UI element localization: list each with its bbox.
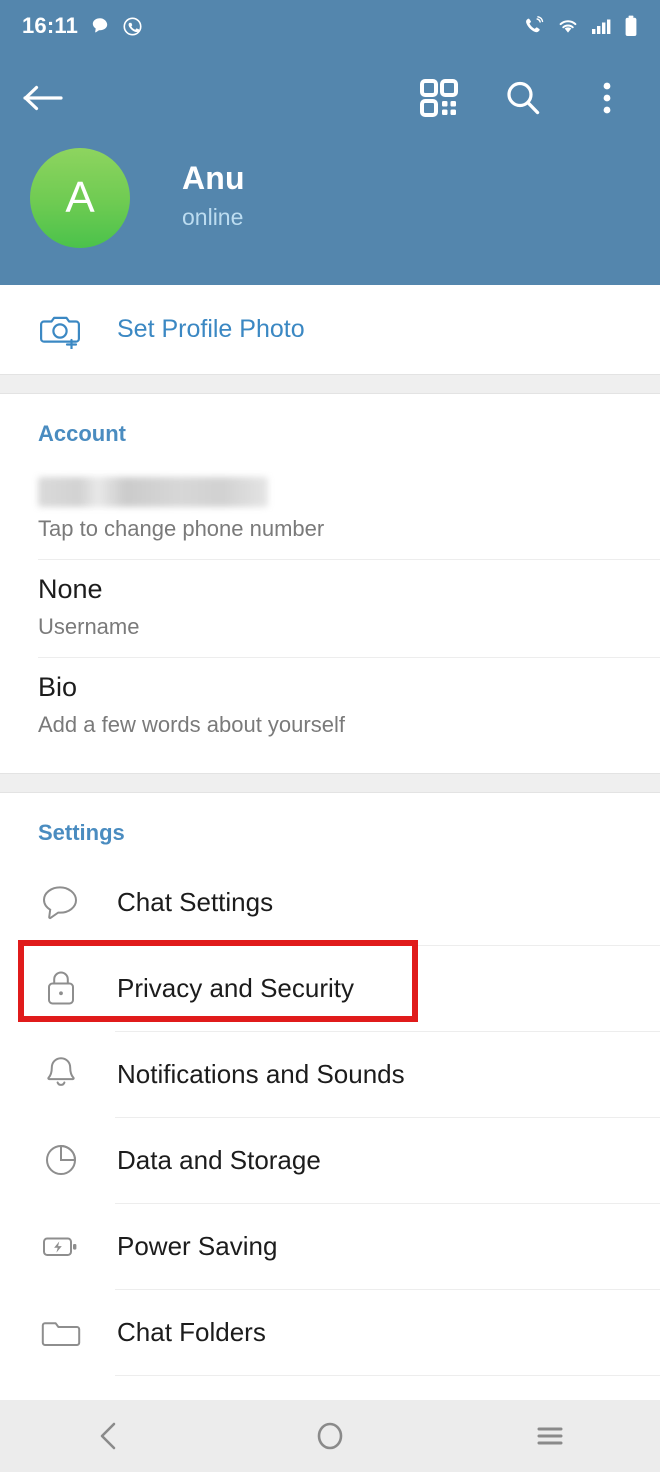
action-bar xyxy=(0,55,660,140)
settings-item-data-and-storage[interactable]: Data and Storage xyxy=(0,1117,660,1203)
app-header: 16:11 A Anu online xyxy=(0,0,660,285)
settings-item-label: Power Saving xyxy=(117,1230,278,1261)
battery-bolt-icon xyxy=(38,1229,84,1263)
volte-call-icon xyxy=(526,16,544,33)
bell-icon xyxy=(38,1053,84,1095)
back-button[interactable] xyxy=(22,71,76,125)
wifi-icon xyxy=(559,20,577,33)
phone-value xyxy=(38,475,660,507)
settings-item-notifications-and-sounds[interactable]: Notifications and Sounds xyxy=(0,1031,660,1117)
avatar[interactable]: A xyxy=(30,148,130,248)
username-label: Username xyxy=(38,613,140,639)
username-row[interactable]: None Username xyxy=(0,558,660,657)
system-nav-bar xyxy=(0,1400,660,1472)
profile-name: Anu xyxy=(182,160,245,196)
whatsapp-icon xyxy=(123,16,142,36)
search-icon xyxy=(507,81,540,114)
bio-hint: Add a few words about yourself xyxy=(38,711,345,737)
status-bar-right xyxy=(523,15,638,37)
chat-bubble-icon xyxy=(92,18,108,33)
nav-home-button[interactable] xyxy=(270,1400,390,1472)
qr-code-icon xyxy=(420,78,458,117)
settings-content: Set Profile Photo Account Tap to change … xyxy=(0,285,660,1461)
profile-text: Anu online xyxy=(182,148,245,231)
settings-item-label: Notifications and Sounds xyxy=(117,1058,405,1089)
search-button[interactable] xyxy=(500,75,546,121)
status-bar: 16:11 xyxy=(0,0,660,52)
settings-item-chat-folders[interactable]: Chat Folders xyxy=(0,1289,660,1375)
battery-icon xyxy=(625,15,637,36)
pie-chart-icon xyxy=(38,1140,84,1180)
settings-item-privacy-and-security[interactable]: Privacy and Security xyxy=(0,945,660,1031)
avatar-initial: A xyxy=(65,173,95,222)
username-value: None xyxy=(38,573,103,604)
settings-item-label: Chat Folders xyxy=(117,1316,266,1347)
bio-row[interactable]: Bio Add a few words about yourself xyxy=(0,656,660,755)
camera-add-icon xyxy=(38,311,84,349)
nav-recents-button[interactable] xyxy=(490,1400,610,1472)
qr-code-button[interactable] xyxy=(416,75,462,121)
phone-hint: Tap to change phone number xyxy=(38,515,325,541)
settings-item-chat-settings[interactable]: Chat Settings xyxy=(0,859,660,945)
profile-status: online xyxy=(182,204,244,230)
back-arrow-icon xyxy=(23,85,63,110)
cellular-signal-icon xyxy=(592,19,611,34)
bio-value: Bio xyxy=(38,671,78,702)
folder-icon xyxy=(38,1314,84,1350)
telegram-settings-screen: 16:11 A Anu online Set Profile Photo Acc… xyxy=(0,0,660,1472)
lock-icon xyxy=(38,967,84,1009)
phone-redacted-block xyxy=(38,476,268,507)
status-bar-left: 16:11 xyxy=(22,13,143,39)
settings-item-label: Data and Storage xyxy=(117,1144,321,1175)
settings-item-label: Chat Settings xyxy=(117,886,274,917)
set-profile-photo-label: Set Profile Photo xyxy=(117,315,305,343)
overflow-menu-button[interactable] xyxy=(584,75,630,121)
set-profile-photo-row[interactable]: Set Profile Photo xyxy=(0,285,660,374)
profile-header[interactable]: A Anu online xyxy=(0,148,660,258)
action-bar-actions xyxy=(416,75,638,121)
settings-list: Chat Settings Privacy and Security Notif… xyxy=(0,859,660,1461)
chat-bubble-icon xyxy=(38,883,84,921)
nav-back-button[interactable] xyxy=(50,1400,170,1472)
nav-back-icon xyxy=(100,1422,116,1450)
nav-home-icon xyxy=(317,1422,343,1450)
nav-recents-icon xyxy=(537,1427,563,1445)
section-gap-2 xyxy=(0,772,660,793)
overflow-menu-icon xyxy=(603,82,611,113)
account-section-title: Account xyxy=(0,394,660,461)
phone-row[interactable]: Tap to change phone number xyxy=(0,461,660,559)
section-gap-1 xyxy=(0,374,660,394)
settings-item-label: Privacy and Security xyxy=(117,972,354,1003)
settings-item-power-saving[interactable]: Power Saving xyxy=(0,1203,660,1289)
settings-section-title: Settings xyxy=(0,792,660,860)
status-bar-clock: 16:11 xyxy=(22,13,79,38)
